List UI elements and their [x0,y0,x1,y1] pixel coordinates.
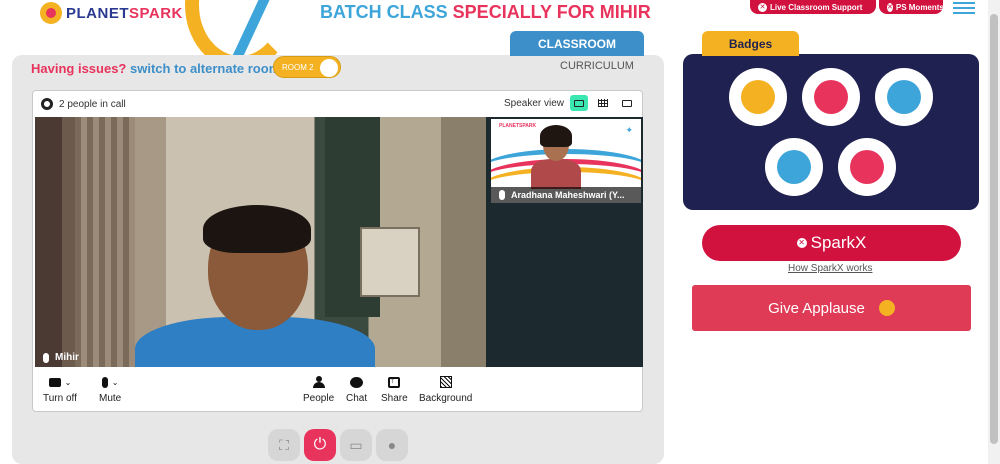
participant-figure [531,159,581,189]
hamburger-menu-icon[interactable] [953,2,975,14]
badges-panel [683,54,979,210]
switch-room-link[interactable]: switch to alternate room [130,61,280,76]
how-sparkx-works-link[interactable]: How SparkX works [788,263,872,274]
grid-view-button[interactable] [594,95,612,111]
leave-call-button[interactable]: ⏻ [304,429,336,461]
laptop-icon: ▭ [349,436,363,453]
close-circle-icon: ✕ [796,238,807,248]
issues-message: Having issues? switch to alternate room [31,61,281,76]
fullscreen-button[interactable]: ⛶ [268,429,300,461]
sparkle-icon: ✦ [625,125,633,135]
camera-toggle[interactable]: ⌄ Turn off [43,375,77,404]
background-button[interactable]: Background [419,375,472,404]
chat-icon [350,376,364,388]
participant-figure [540,125,572,147]
microphone-icon [101,376,108,388]
sparkx-button[interactable]: ✕ SparkX [702,225,961,261]
brain-icon [850,150,884,184]
idea-icon [777,150,811,184]
chevron-down-icon[interactable]: ⌄ [112,378,119,387]
background-icon [439,376,452,388]
mic-icon [43,352,49,363]
bottom-toolbar: ⛶ ⏻ ▭ ● [268,429,408,461]
participant-figure [203,205,311,253]
planetspark-logo[interactable]: PLANETSPARK [40,2,183,24]
toggle-knob [320,59,338,77]
view-controls: Speaker view [504,95,636,111]
scrollbar[interactable] [988,0,1000,464]
palette-icon: ● [387,437,397,453]
scroll-thumb[interactable] [990,14,998,444]
chat-button[interactable]: Chat [346,375,367,404]
tab-curriculum[interactable]: CURRICULUM [560,60,634,72]
room-toggle[interactable]: ROOM 2 [273,56,341,78]
mute-toggle[interactable]: ⌄ Mute [99,375,121,404]
power-icon: ⏻ [313,436,327,453]
hero-badge[interactable] [875,68,933,126]
logo-text: PLANETSPARK [66,4,183,22]
close-circle-icon: ✕ [887,2,893,12]
side-video-strip: PLANETSPARK ✦ Aradhana Maheshwari (Y... [486,117,643,367]
share-screen-icon [388,375,401,388]
picture-in-picture-icon [622,99,632,107]
grid-view-icon [598,99,608,107]
trophy-icon [741,80,775,114]
close-circle-icon: ✕ [758,2,767,12]
speaker-view-button[interactable] [570,95,588,111]
people-icon [312,376,325,388]
view-label: Speaker view [503,97,564,109]
tab-classroom[interactable]: CLASSROOM [510,31,644,56]
badges-tab: Badges [702,31,799,56]
hero-icon [887,80,921,114]
speaker-view-icon [574,99,584,107]
screen-button[interactable]: ▭ [340,429,372,461]
fist-icon [814,80,848,114]
chevron-down-icon[interactable]: ⌄ [65,378,72,387]
brain-badge[interactable] [838,138,896,196]
mic-icon [499,190,505,200]
clapping-hands-icon [878,300,895,316]
side-participant-tag: Aradhana Maheshwari (Y... [491,187,641,203]
camera-icon [48,377,61,387]
gear-icon[interactable] [41,98,53,110]
main-participant-tag: Mihir [43,352,79,363]
fullscreen-icon: ⛶ [279,436,289,453]
give-applause-button[interactable]: Give Applause [692,285,971,331]
people-button[interactable]: People [303,375,334,404]
call-controls: ⌄ Turn off ⌄ Mute People Chat Share Back… [33,369,642,411]
fist-badge[interactable] [802,68,860,126]
live-support-button[interactable]: ✕ Live Classroom Support [750,0,876,14]
people-count: 2 people in call [59,98,126,110]
video-call-frame: 2 people in call Speaker view Mihir PLAN… [32,90,643,412]
ps-moments-button[interactable]: ✕ PS Moments [879,0,944,14]
main-video[interactable]: Mihir [35,117,486,367]
palette-button[interactable]: ● [376,429,408,461]
pip-button[interactable] [618,95,636,111]
idea-badge[interactable] [765,138,823,196]
tile-logo: PLANETSPARK [499,123,537,129]
video-background [360,227,420,297]
planetspark-logo-icon [40,2,62,24]
share-button[interactable]: Share [381,375,408,405]
page-title: BATCH CLASS SPECIALLY FOR MIHIR [320,2,651,22]
video-background [75,117,135,367]
trophy-badge[interactable] [729,68,787,126]
